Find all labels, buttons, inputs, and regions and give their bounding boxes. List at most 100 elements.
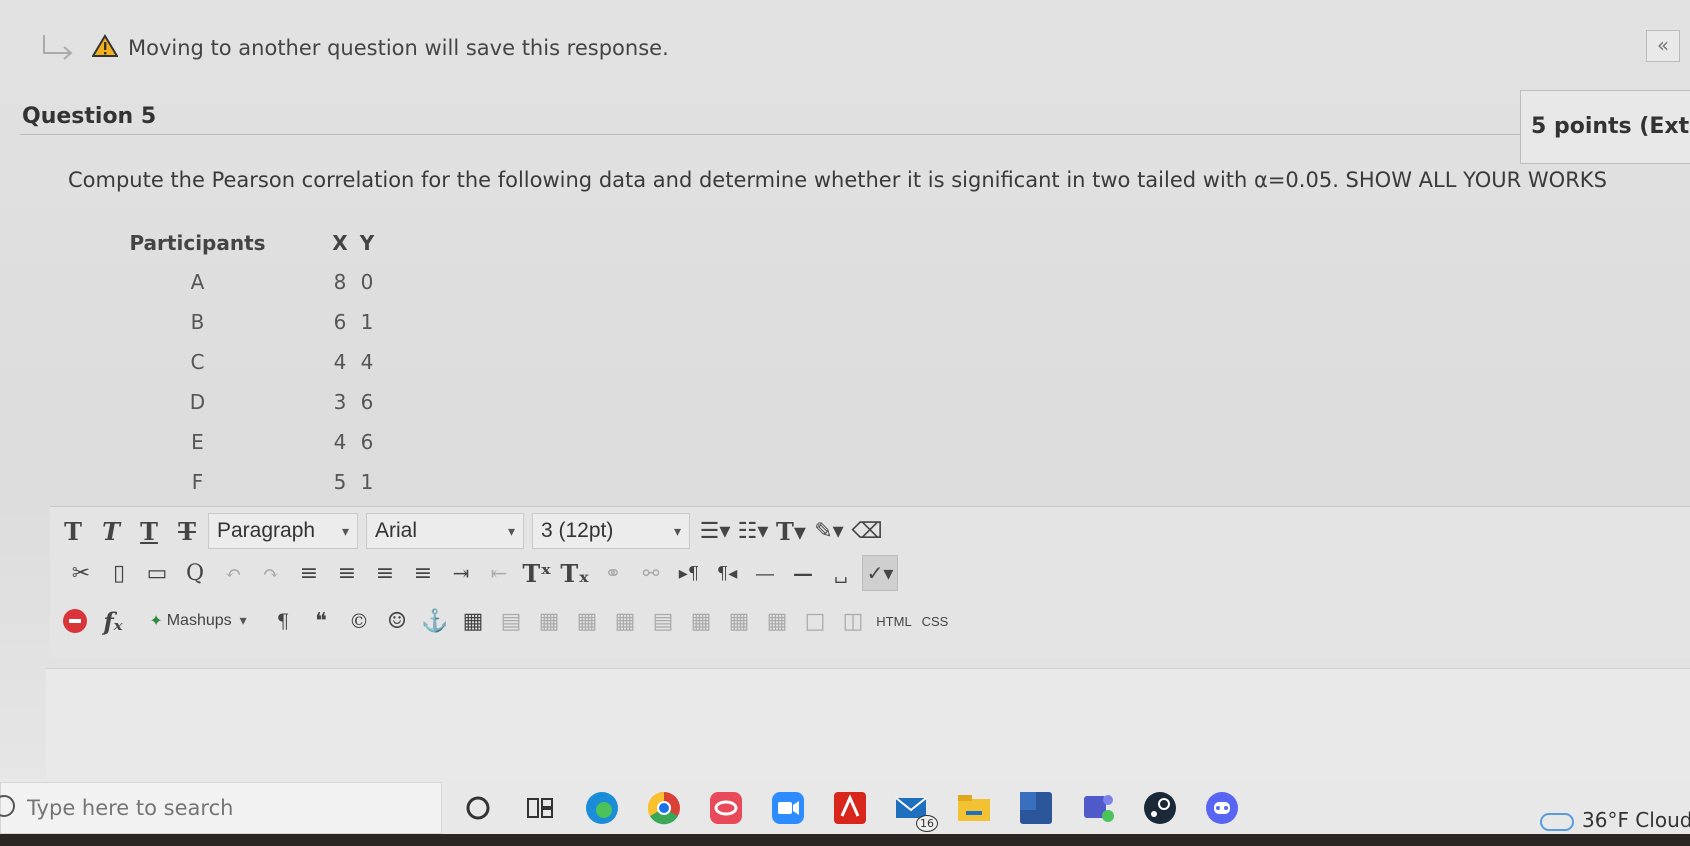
horizontal-line-icon[interactable]: — [748, 556, 782, 590]
superscript-icon[interactable]: Tˣ [520, 556, 554, 590]
table-props-icon[interactable]: ◫ [836, 604, 870, 638]
table-col-before-icon[interactable]: ▦ [608, 604, 642, 638]
paragraph-select[interactable]: Paragraph ▾ [208, 513, 358, 549]
paste-icon[interactable]: ▭ [140, 556, 174, 590]
font-size-select[interactable]: 3 (12pt) ▾ [532, 513, 690, 549]
answer-editor[interactable] [46, 668, 1690, 779]
table-delete-col-icon[interactable]: ▦ [684, 604, 718, 638]
table-cell: 1 [360, 470, 374, 494]
underline-icon[interactable]: T [132, 514, 166, 548]
undo-icon[interactable]: ↶ [216, 556, 250, 590]
table-cell: F [191, 470, 204, 494]
chevron-down-icon: ▾ [341, 522, 349, 539]
taskbar-search[interactable] [0, 782, 442, 834]
bold-icon[interactable]: T [56, 514, 90, 548]
eraser-icon[interactable]: ⌫ [850, 514, 884, 548]
toolbar-row-3: fₓ ✦ Mashups ▾ ¶ ❝ © ☺ ⚓ ▦ ▤ ▦ ▦ ▦ ▤ ▦ ▦ ▦… [58, 601, 956, 641]
table-col-after-icon[interactable]: ▤ [646, 604, 680, 638]
teams-icon[interactable] [1078, 788, 1118, 828]
table-delete-row-icon[interactable]: ▦ [570, 604, 604, 638]
thick-line-icon[interactable]: — [786, 556, 820, 590]
table-merge-icon[interactable]: ▦ [722, 604, 756, 638]
steam-icon[interactable] [1140, 788, 1180, 828]
table-row: F 51 [120, 462, 384, 502]
rtl-icon[interactable]: ¶◂ [710, 556, 744, 590]
table-row: D 36 [120, 382, 384, 422]
table-header-row: Participants X Y [120, 224, 384, 262]
chrome-icon[interactable] [644, 788, 684, 828]
table-cell: 4 [333, 350, 347, 374]
strikethrough-icon[interactable]: T [170, 514, 204, 548]
link-icon[interactable]: ⚭ [596, 556, 630, 590]
highlight-icon[interactable]: ✎▾ [812, 514, 846, 548]
zoom-icon[interactable] [768, 788, 808, 828]
italic-icon[interactable]: T [94, 514, 128, 548]
bullet-list-icon[interactable]: ☰▾ [698, 514, 732, 548]
align-left-icon[interactable]: ≡ [292, 556, 326, 590]
mashups-label: Mashups [166, 612, 232, 629]
record-icon[interactable] [58, 604, 92, 638]
table-cell: A [190, 270, 205, 294]
warning-text: Moving to another question will save thi… [128, 36, 669, 60]
table-icon[interactable]: ▦ [456, 604, 490, 638]
align-right-icon[interactable]: ≡ [368, 556, 402, 590]
table-row-below-icon[interactable]: ▦ [532, 604, 566, 638]
weather-widget[interactable]: 36°F Cloud [1540, 808, 1690, 832]
paragraph-mark-icon[interactable]: ¶ [266, 604, 300, 638]
search-input[interactable] [25, 795, 409, 821]
taskbar-icons: 16 [458, 788, 1264, 832]
table-row: B 61 [120, 302, 384, 342]
function-icon[interactable]: fₓ [96, 604, 130, 638]
cut-icon[interactable]: ✂ [64, 556, 98, 590]
css-button[interactable]: CSS [918, 604, 952, 638]
task-view-icon[interactable] [520, 788, 560, 828]
find-icon[interactable]: Q [178, 556, 212, 590]
edge-icon[interactable] [582, 788, 622, 828]
acrobat-icon[interactable] [830, 788, 870, 828]
align-center-icon[interactable]: ≡ [330, 556, 364, 590]
redo-icon[interactable]: ↷ [254, 556, 288, 590]
spellcheck-icon[interactable]: ✓▾ [862, 555, 898, 591]
column-header: Y [359, 231, 375, 255]
html-button[interactable]: HTML [874, 604, 914, 638]
collapse-button[interactable]: « [1646, 30, 1680, 62]
discord-icon[interactable] [1202, 788, 1242, 828]
table-cell: 6 [360, 430, 374, 454]
font-select-value: Arial [375, 519, 418, 542]
file-explorer-icon[interactable] [954, 788, 994, 828]
indent-icon[interactable]: ⇥ [444, 556, 478, 590]
numbered-list-icon[interactable]: ☷▾ [736, 514, 770, 548]
toolbar-row-1: T T T T Paragraph ▾ Arial ▾ 3 (12pt) ▾ ☰▾ ☷… [56, 511, 888, 551]
table-cell: 4 [333, 430, 347, 454]
word-icon[interactable] [1016, 788, 1056, 828]
column-header: Participants [129, 231, 266, 255]
cortana-icon[interactable] [458, 788, 498, 828]
chevron-down-icon: ▾ [673, 522, 681, 539]
copy-icon[interactable]: ▯ [102, 556, 136, 590]
table-cell: B [190, 310, 205, 334]
table-row-above-icon[interactable]: ▤ [494, 604, 528, 638]
font-select[interactable]: Arial ▾ [366, 513, 524, 549]
blockquote-icon[interactable]: ❝ [304, 604, 338, 638]
copyright-icon[interactable]: © [342, 604, 376, 638]
emoji-icon[interactable]: ☺ [380, 604, 414, 638]
mail-badge: 16 [916, 815, 938, 832]
nonbreaking-space-icon[interactable]: ␣ [824, 556, 858, 590]
table-cell: 5 [333, 470, 347, 494]
subscript-icon[interactable]: Tₓ [558, 556, 592, 590]
unlink-icon[interactable]: ⚯ [634, 556, 668, 590]
mashups-button[interactable]: ✦ Mashups ▾ [134, 604, 262, 638]
table-split-icon[interactable]: ▦ [760, 604, 794, 638]
mail-icon[interactable]: 16 [892, 788, 938, 832]
question-text: Compute the Pearson correlation for the … [68, 168, 1607, 192]
justify-icon[interactable]: ≡ [406, 556, 440, 590]
text-color-icon[interactable]: T▾ [774, 514, 808, 548]
anchor-icon[interactable]: ⚓ [418, 604, 452, 638]
creative-cloud-icon[interactable] [706, 788, 746, 828]
table-cell: C [190, 350, 205, 374]
outdent-icon[interactable]: ⇤ [482, 556, 516, 590]
table-cell-props-icon[interactable]: □ [798, 604, 832, 638]
font-size-select-value: 3 (12pt) [541, 519, 614, 542]
ltr-icon[interactable]: ▸¶ [672, 556, 706, 590]
warning-icon [91, 34, 119, 62]
